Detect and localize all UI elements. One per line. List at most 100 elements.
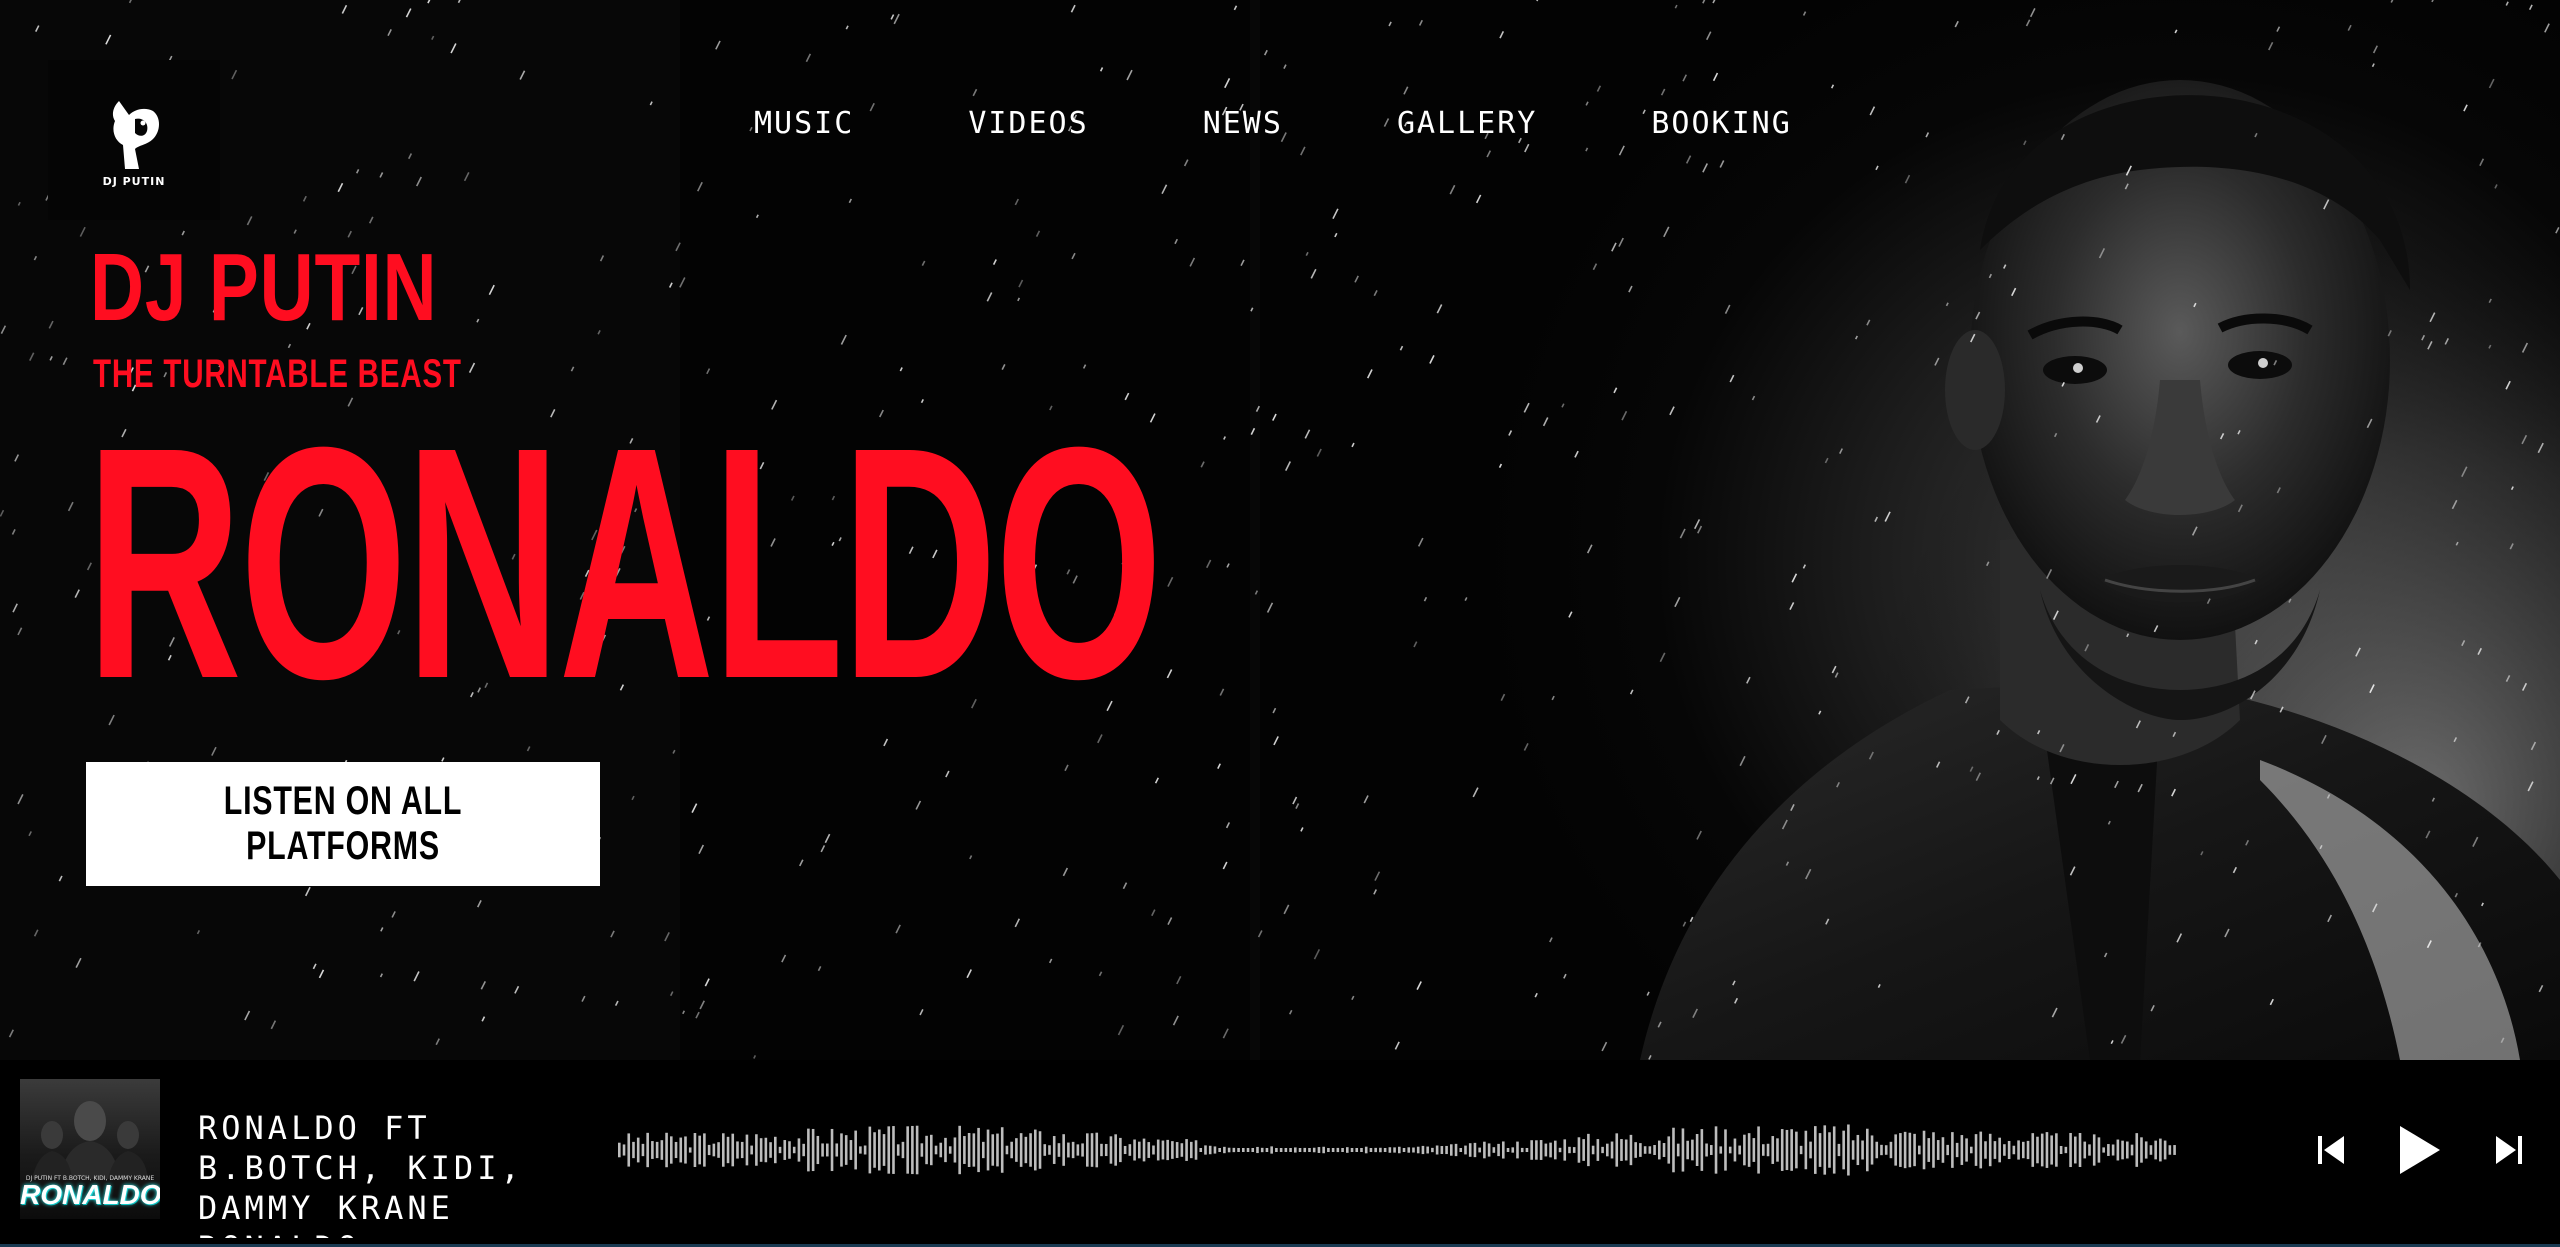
- snow-speck: [1866, 319, 1871, 326]
- snow-speck: [1316, 448, 1322, 457]
- waveform-bar: [1483, 1141, 1486, 1159]
- waveform-bar: [1369, 1148, 1373, 1152]
- waveform-bar: [1138, 1141, 1141, 1159]
- snow-speck: [1732, 980, 1736, 986]
- snow-speck: [1313, 948, 1321, 960]
- snow-speck: [33, 255, 38, 261]
- snow-speck: [1099, 67, 1104, 72]
- snow-speck: [1305, 251, 1309, 256]
- nav-item-music[interactable]: MUSIC: [754, 102, 854, 146]
- waveform-bar: [1416, 1146, 1420, 1154]
- snow-speck: [14, 454, 20, 462]
- waveform-bar: [792, 1146, 796, 1154]
- snow-speck: [2505, 380, 2511, 390]
- play-button[interactable]: [2394, 1118, 2444, 1185]
- waveform-bar: [646, 1132, 649, 1168]
- track-info: RONALDO FT B.BOTCH, KIDI, DAMMY KRANE RO…: [198, 1108, 578, 1238]
- waveform-bar: [2050, 1135, 2053, 1165]
- snow-speck: [2060, 133, 2065, 141]
- snow-speck: [1363, 795, 1369, 804]
- snow-speck: [337, 182, 344, 193]
- waveform-bar: [1341, 1148, 1344, 1152]
- nav-item-news[interactable]: NEWS: [1203, 102, 1283, 146]
- waveform-bar: [665, 1132, 668, 1168]
- waveform-bar: [778, 1146, 782, 1154]
- snow-speck: [1679, 528, 1686, 539]
- waveform-bar: [1866, 1128, 1869, 1172]
- waveform-bar: [1970, 1146, 1973, 1154]
- waveform-bar: [1194, 1140, 1198, 1160]
- snow-speck: [2521, 434, 2528, 445]
- snow-speck: [921, 260, 926, 267]
- snow-speck: [11, 529, 16, 535]
- waveform-bar: [1776, 1138, 1779, 1162]
- snow-speck: [2481, 902, 2484, 907]
- previous-button[interactable]: [2316, 1118, 2346, 1185]
- waveform-bar: [636, 1137, 640, 1163]
- waveform-bar: [2069, 1132, 2072, 1168]
- waveform-bar: [1974, 1134, 1978, 1166]
- waveform-bar: [679, 1137, 683, 1163]
- waveform-bar: [1128, 1144, 1132, 1156]
- waveform-bar: [627, 1133, 631, 1167]
- snow-speck: [2477, 942, 2482, 948]
- waveform-bar: [1596, 1139, 1600, 1161]
- snow-speck: [79, 226, 86, 237]
- waveform-bar: [1705, 1143, 1708, 1157]
- waveform-bar: [1062, 1134, 1065, 1166]
- waveform-bar: [1563, 1139, 1567, 1161]
- nav-item-booking[interactable]: BOOKING: [1651, 102, 1791, 146]
- snow-speck: [664, 931, 670, 942]
- waveform-bar: [1213, 1146, 1217, 1154]
- waveform-bar: [745, 1134, 749, 1166]
- snow-speck: [463, 171, 470, 182]
- snow-speck: [1098, 971, 1103, 977]
- waveform-bar: [1081, 1143, 1084, 1157]
- waveform-bar: [1185, 1139, 1188, 1161]
- waveform-bar: [1714, 1126, 1718, 1174]
- snow-speck: [407, 153, 413, 160]
- waveform[interactable]: [618, 1060, 2180, 1247]
- nav-item-gallery[interactable]: GALLERY: [1397, 102, 1537, 146]
- waveform-bar: [826, 1143, 829, 1157]
- waveform-bar: [651, 1141, 654, 1159]
- snow-speck: [2037, 729, 2041, 735]
- brand-logo[interactable]: DJ PUTIN: [48, 60, 220, 220]
- snow-speck: [1283, 64, 1287, 69]
- next-button[interactable]: [2494, 1118, 2524, 1185]
- snow-speck: [1660, 88, 1666, 96]
- nav-item-videos[interactable]: VIDEOS: [968, 102, 1088, 146]
- waveform-bar: [878, 1129, 881, 1171]
- snow-speck: [1374, 871, 1381, 881]
- waveform-bar: [1057, 1143, 1061, 1157]
- snow-speck: [2431, 797, 2435, 802]
- snow-speck: [2174, 29, 2178, 34]
- snow-speck: [62, 357, 68, 366]
- waveform-bar: [1710, 1145, 1713, 1155]
- waveform-bar: [982, 1141, 985, 1159]
- snow-speck: [2245, 839, 2250, 846]
- snow-speck: [1126, 69, 1133, 81]
- snow-speck: [824, 833, 831, 844]
- snow-speck: [1831, 665, 1837, 674]
- snow-speck: [12, 603, 18, 613]
- snow-speck: [2463, 104, 2468, 112]
- previous-icon: [2318, 1136, 2344, 1164]
- waveform-bar: [1757, 1126, 1760, 1174]
- snow-speck: [2059, 743, 2065, 753]
- snow-speck: [1154, 777, 1159, 784]
- snow-speck: [2069, 866, 2076, 876]
- snow-speck: [1300, 146, 1306, 156]
- waveform-bar: [1587, 1133, 1590, 1167]
- snow-speck: [1830, 84, 1835, 89]
- waveform-bar: [1544, 1143, 1548, 1157]
- snow-speck: [380, 927, 384, 932]
- snow-speck: [17, 201, 21, 206]
- waveform-bar: [1256, 1146, 1259, 1154]
- waveform-bar: [911, 1125, 914, 1175]
- snow-speck: [2191, 526, 2198, 536]
- listen-on-all-platforms-button[interactable]: LISTEN ON ALL PLATFORMS: [86, 762, 600, 886]
- snow-speck: [302, 195, 307, 202]
- snow-speck: [2321, 734, 2327, 745]
- album-cover[interactable]: DJ PUTIN FT B.BOTCH, KIDI, DAMMY KRANE R…: [20, 1079, 160, 1219]
